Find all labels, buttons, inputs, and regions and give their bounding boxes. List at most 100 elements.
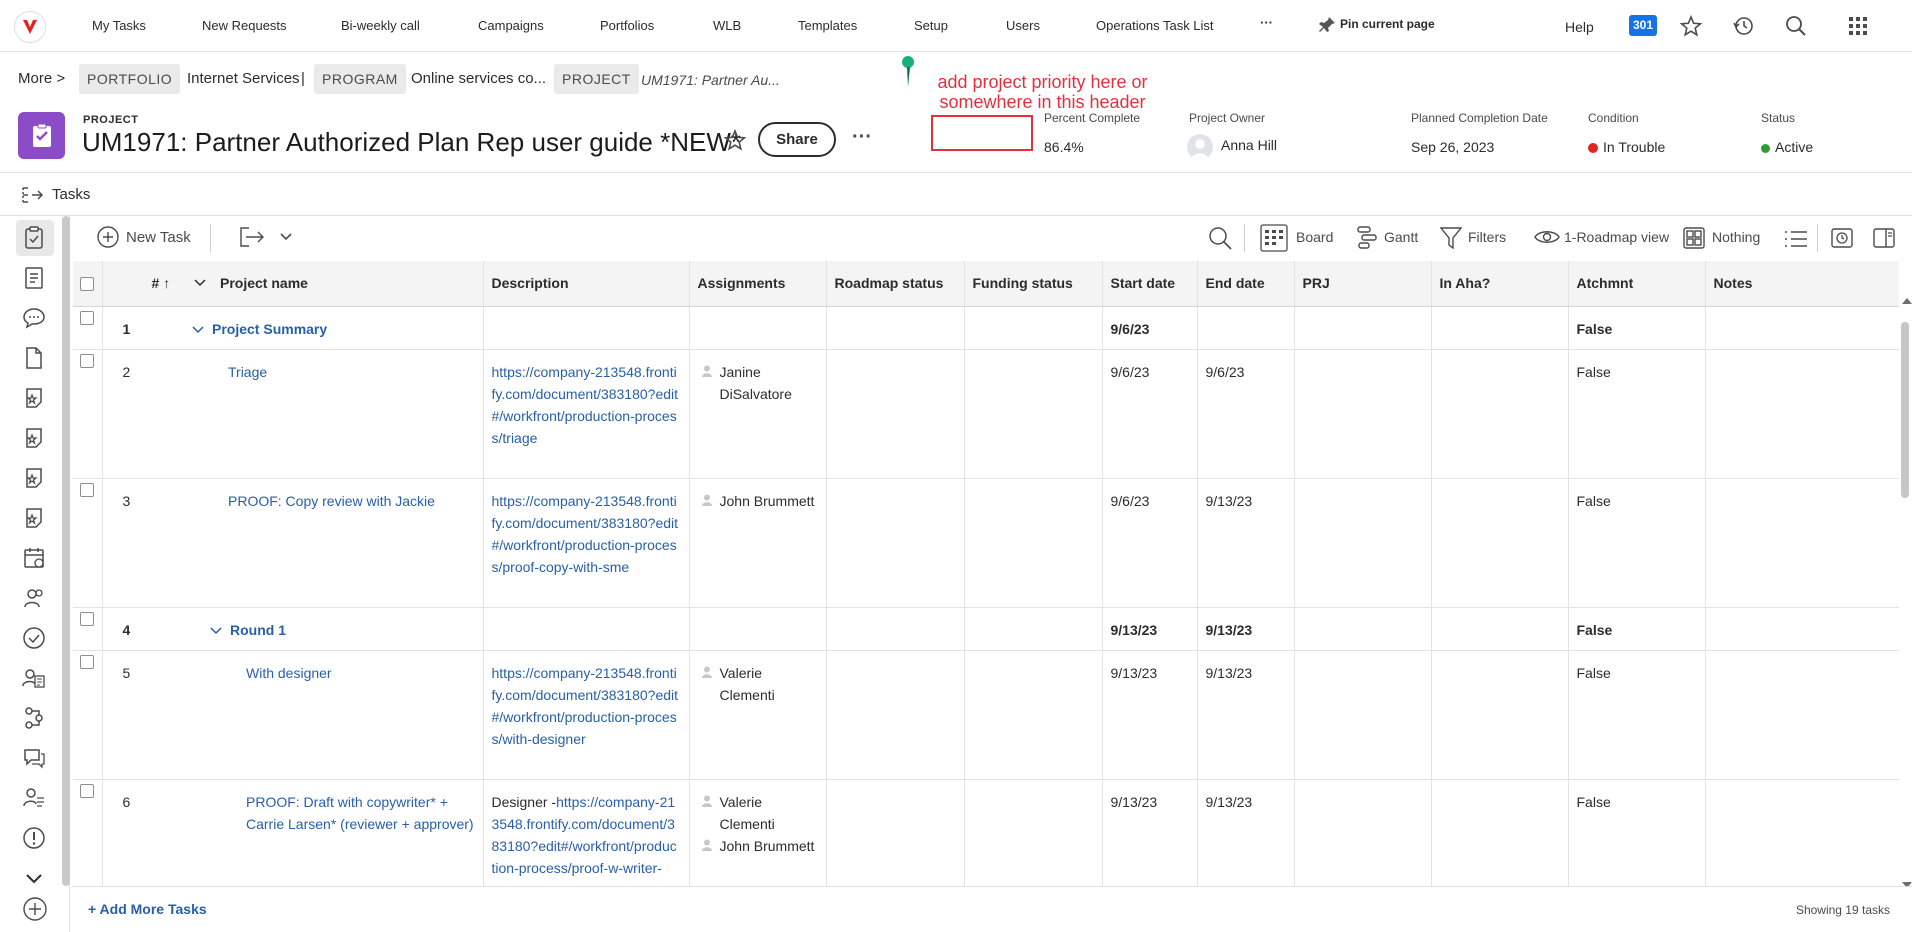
nav-portfolios[interactable]: Portfolios (600, 18, 654, 33)
assignee[interactable]: John Brummett (698, 835, 818, 857)
owner-avatar[interactable] (1187, 134, 1213, 160)
planned-completion-value[interactable]: Sep 26, 2023 (1411, 139, 1494, 155)
breadcrumb-portfolio-link[interactable]: Internet Services (187, 70, 300, 87)
col-header-funding-status[interactable]: Funding status (964, 261, 1103, 307)
nav-templates[interactable]: Templates (798, 18, 857, 33)
atchmnt-cell[interactable]: False (1568, 650, 1706, 780)
rail-scrollbar[interactable] (62, 216, 70, 886)
col-header-end-date[interactable]: End date (1197, 261, 1295, 307)
people-icon[interactable] (22, 586, 46, 610)
funding-status-cell[interactable] (964, 779, 1103, 886)
col-header-atchmnt[interactable]: Atchmnt (1568, 261, 1706, 307)
start-date-cell[interactable]: 9/6/23 (1102, 349, 1198, 479)
assignee[interactable]: Valerie Clementi (698, 662, 818, 706)
start-date-cell[interactable]: 9/6/23 (1102, 306, 1198, 350)
notes-cell[interactable] (1705, 650, 1899, 780)
timeline-clock-icon[interactable] (1830, 226, 1854, 250)
person-list-icon[interactable] (22, 666, 46, 690)
end-date-cell[interactable] (1197, 306, 1295, 350)
workflow-icon[interactable] (22, 706, 46, 730)
assignee[interactable]: Janine DiSalvatore (698, 361, 818, 405)
in-aha-cell[interactable] (1431, 779, 1569, 886)
custom-form-star-icon-1[interactable] (22, 386, 46, 410)
notes-cell[interactable] (1705, 607, 1899, 651)
assignments-cell[interactable]: John Brummett (689, 478, 827, 608)
assignments-cell[interactable]: Valerie Clementi John Brummett (689, 779, 827, 886)
nav-more-menu[interactable]: ··· (1260, 15, 1273, 30)
expand-rail-chevron-icon[interactable] (22, 866, 46, 890)
end-date-cell[interactable]: 9/6/23 (1197, 349, 1295, 479)
tasks-clipboard-icon[interactable] (22, 226, 46, 250)
export-dropdown-chevron-icon[interactable] (280, 232, 292, 242)
breadcrumb-program-link[interactable]: Online services co... (411, 70, 546, 87)
assignments-cell[interactable]: Valerie Clementi (689, 650, 827, 780)
task-row[interactable]: 3 PROOF: Copy review with Jackie https://c… (73, 478, 1899, 608)
row-checkbox[interactable] (80, 353, 95, 368)
hours-person-icon[interactable] (22, 786, 46, 810)
col-header-number[interactable]: # ↑ (102, 261, 180, 307)
notifications-badge[interactable]: 301 (1629, 15, 1657, 36)
assignments-cell[interactable] (689, 306, 827, 350)
collapse-all-chevron-icon[interactable] (194, 279, 206, 287)
breadcrumb-more[interactable]: More > (18, 70, 65, 87)
prj-cell[interactable] (1294, 306, 1432, 350)
document-icon[interactable] (22, 266, 46, 290)
end-date-cell[interactable]: 9/13/23 (1197, 779, 1295, 886)
assignee[interactable]: John Brummett (698, 490, 818, 512)
prj-cell[interactable] (1294, 779, 1432, 886)
col-header-prj[interactable]: PRJ (1294, 261, 1432, 307)
roadmap-status-cell[interactable] (826, 478, 965, 608)
custom-form-star-icon-2[interactable] (22, 426, 46, 450)
custom-form-star-icon-4[interactable] (22, 506, 46, 530)
task-name-link[interactable]: PROOF: Copy review with Jackie (228, 493, 435, 509)
description-link[interactable]: https://company-213548.frontify.com/docu… (492, 493, 679, 575)
nav-new-requests[interactable]: New Requests (202, 18, 287, 33)
prj-cell[interactable] (1294, 650, 1432, 780)
nav-operations-task-list[interactable]: Operations Task List (1096, 18, 1214, 33)
row-checkbox[interactable] (80, 783, 95, 798)
file-icon[interactable] (22, 346, 46, 370)
row-checkbox-cell[interactable] (73, 607, 103, 651)
roadmap-status-cell[interactable] (826, 607, 965, 651)
end-date-cell[interactable]: 9/13/23 (1197, 607, 1295, 651)
workfront-logo-icon[interactable] (14, 11, 46, 43)
col-header-in-aha[interactable]: In Aha? (1431, 261, 1569, 307)
nav-biweekly-call[interactable]: Bi-weekly call (341, 18, 420, 33)
atchmnt-cell[interactable]: False (1568, 478, 1706, 608)
assignee[interactable]: Valerie Clementi (698, 791, 818, 835)
prj-cell[interactable] (1294, 607, 1432, 651)
description-cell[interactable] (483, 306, 690, 350)
funding-status-cell[interactable] (964, 478, 1103, 608)
row-checkbox-cell[interactable] (73, 478, 103, 608)
list-view-icon[interactable] (1784, 230, 1808, 248)
roadmap-status-cell[interactable] (826, 779, 965, 886)
row-checkbox-cell[interactable] (73, 779, 103, 886)
roadmap-status-cell[interactable] (826, 650, 965, 780)
row-checkbox-cell[interactable] (73, 306, 103, 350)
select-all-checkbox[interactable] (80, 277, 95, 292)
search-icon[interactable] (1785, 15, 1807, 37)
prj-cell[interactable] (1294, 349, 1432, 479)
in-aha-cell[interactable] (1431, 306, 1569, 350)
comments-icon[interactable] (22, 306, 46, 330)
add-section-icon[interactable] (22, 896, 48, 922)
col-header-assignments[interactable]: Assignments (689, 261, 827, 307)
task-row[interactable]: 2 Triage https://company-213548.frontify.c… (73, 349, 1899, 479)
atchmnt-cell[interactable]: False (1568, 607, 1706, 651)
description-cell[interactable]: https://company-213548.frontify.com/docu… (483, 650, 690, 780)
start-date-cell[interactable]: 9/13/23 (1102, 779, 1198, 886)
row-checkbox-cell[interactable] (73, 650, 103, 780)
col-header-project-name[interactable]: Project name (180, 261, 484, 307)
status-value[interactable]: Active (1761, 139, 1813, 155)
view-eye-icon[interactable] (1534, 228, 1560, 246)
row-checkbox[interactable] (80, 611, 95, 626)
task-name-link[interactable]: Project Summary (212, 321, 327, 337)
nav-campaigns[interactable]: Campaigns (478, 18, 544, 33)
grouping-selector-button[interactable]: Nothing (1712, 229, 1760, 245)
gantt-icon[interactable] (1356, 225, 1380, 251)
description-cell[interactable]: https://company-213548.frontify.com/docu… (483, 349, 690, 479)
in-aha-cell[interactable] (1431, 349, 1569, 479)
history-icon[interactable] (1732, 15, 1754, 37)
description-link[interactable]: https://company-213548.frontify.com/docu… (492, 364, 679, 446)
filters-button[interactable]: Filters (1468, 229, 1506, 245)
